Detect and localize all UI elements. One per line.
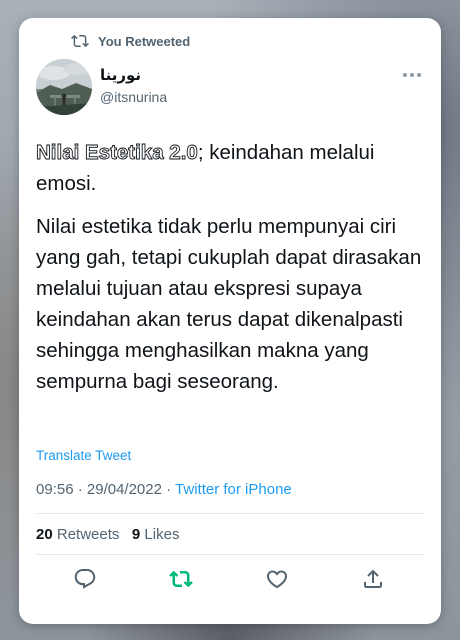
avatar-image [36,59,92,115]
more-icon[interactable] [403,72,421,78]
retweet-button[interactable] [169,567,193,591]
tweet-meta: 09:56 · 29/04/2022 · Twitter for iPhone [36,481,292,498]
retweets-label: Retweets [56,526,120,543]
retweet-banner-label: You Retweeted [98,33,191,49]
tweet-paragraph: Nilai estetika tidak perlu mempunyai cir… [36,215,422,393]
translate-tweet-link[interactable]: Translate Tweet [36,448,131,463]
retweet-banner: You Retweeted [71,32,190,50]
share-icon [364,569,382,588]
tweet-actions [19,567,441,593]
retweet-icon [71,34,89,48]
likes-label: Likes [144,526,180,543]
author-display-name[interactable]: نورينا [100,66,141,84]
share-button[interactable] [361,567,385,591]
retweets-count: 20 [36,526,53,543]
author-handle[interactable]: @itsnurina [100,89,167,105]
like-button[interactable] [265,567,289,591]
tweet-source-link[interactable]: Twitter for iPhone [175,481,292,498]
avatar[interactable] [36,59,92,115]
divider [36,513,424,514]
meta-separator: · [73,481,87,498]
tweet-date[interactable]: 29/04/2022 [87,481,162,498]
divider [36,554,424,555]
meta-separator: · [161,481,176,498]
tweet-card: You Retweeted نورينا @itsnurina Nilai Es… [19,18,441,624]
tweet-title: Nilai Estetika 2.0; keindahan melalui em… [36,137,431,199]
likes-stat[interactable]: 9 Likes [132,526,180,543]
retweets-stat[interactable]: 20 Retweets [36,526,119,543]
reply-button[interactable] [73,567,97,591]
tweet-text: Nilai Estetika 2.0; keindahan melalui em… [36,137,431,409]
like-icon [266,570,288,589]
tweet-time[interactable]: 09:56 [36,481,74,498]
reply-icon [74,569,96,589]
tweet-stats: 20 Retweets 9 Likes [36,526,179,543]
tweet-title-outlined: Nilai Estetika 2.0 [36,141,199,165]
retweet-icon [169,570,193,588]
likes-count: 9 [131,526,141,543]
